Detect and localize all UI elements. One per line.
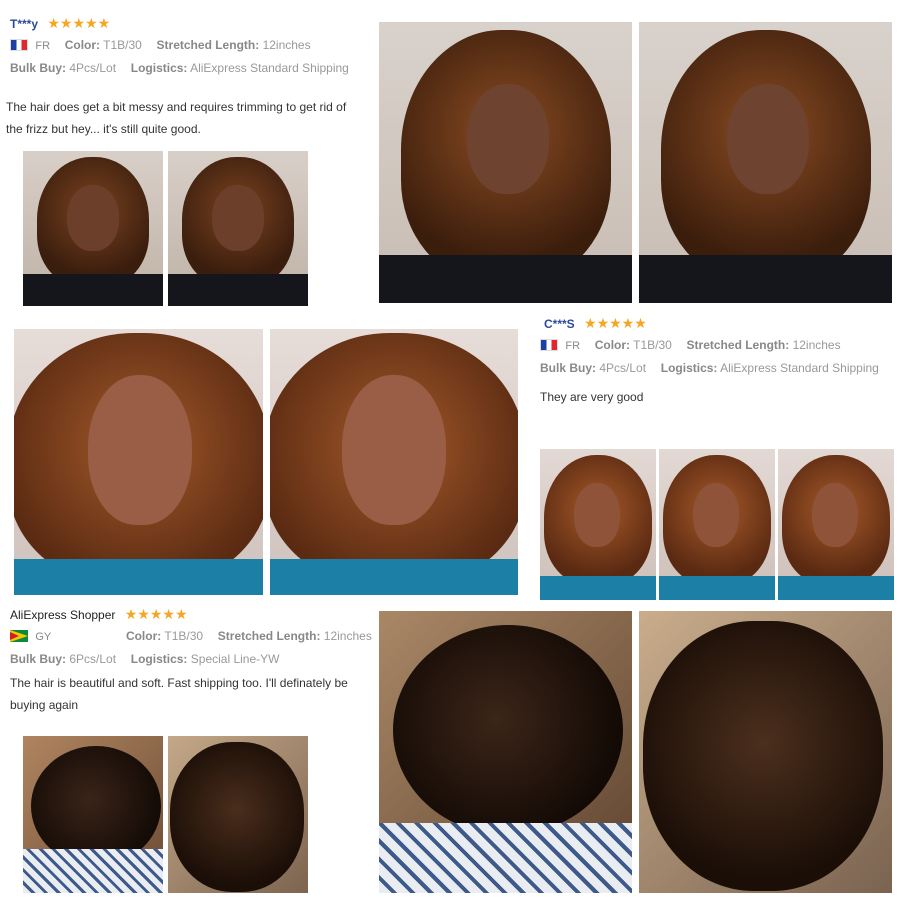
review-photo-thumbnail[interactable] [168,736,308,893]
comment-line: The hair is beautiful and soft. Fast shi… [10,676,348,690]
bulk-buy-label: Bulk Buy: [540,361,597,375]
color-label: Color: [594,338,631,352]
logistics-value: AliExpress Standard Shipping [190,61,349,75]
review-comment: The hair does get a bit messy and requir… [6,96,376,140]
review-header-1: T***y ★★★★★ FR Color: T1B/30 Stretched L… [10,12,349,77]
bulk-buy-value: 4Pcs/Lot [69,61,117,75]
france-flag-icon [540,339,558,351]
review-photo-large[interactable] [14,329,263,595]
review-photo-large[interactable] [639,22,892,303]
country-code: FR [35,40,51,52]
review-photo-large[interactable] [379,611,632,893]
france-flag-icon [10,39,28,51]
length-value: 12inches [262,38,311,52]
country-code: GY [35,631,52,643]
color-value: T1B/30 [633,338,672,352]
country-code: FR [565,340,581,352]
review-header-3: AliExpress Shopper ★★★★★ GY Color: T1B/3… [10,603,378,668]
review-photo-thumbnail[interactable] [23,736,163,893]
color-value: T1B/30 [164,629,204,643]
review-comment: The hair is beautiful and soft. Fast shi… [10,672,375,716]
logistics-value: Special Line-YW [190,652,280,666]
review-comment: They are very good [540,386,880,408]
review-photo-large[interactable] [270,329,518,595]
bulk-buy-label: Bulk Buy: [10,652,67,666]
review-header-2: C***S ★★★★★ FR Color: T1B/30 Stretched L… [540,312,879,377]
length-label: Stretched Length: [217,629,321,643]
star-rating: ★★★★★ [584,315,647,331]
review-photo-large[interactable] [639,611,892,893]
reviewer-name[interactable]: T***y [10,17,38,31]
review-photo-thumbnail[interactable] [168,151,308,306]
star-rating: ★★★★★ [47,15,111,31]
color-value: T1B/30 [103,38,142,52]
review-photo-thumbnail[interactable] [23,151,163,306]
bulk-buy-value: 4Pcs/Lot [599,361,647,375]
logistics-label: Logistics: [130,652,188,666]
comment-line: They are very good [540,390,644,404]
reviewer-name: AliExpress Shopper [10,608,116,622]
comment-line: the frizz but hey... it's still quite go… [6,122,201,136]
review-photo-thumbnail[interactable] [540,449,656,600]
length-value: 12inches [792,338,841,352]
comment-line: The hair does get a bit messy and requir… [6,100,347,114]
star-rating: ★★★★★ [124,606,188,622]
bulk-buy-value: 6Pcs/Lot [69,652,117,666]
length-value: 12inches [323,629,372,643]
guyana-flag-icon [10,630,28,642]
logistics-label: Logistics: [660,361,718,375]
review-photo-large[interactable] [379,22,632,303]
logistics-label: Logistics: [130,61,188,75]
length-label: Stretched Length: [156,38,260,52]
review-photo-thumbnail[interactable] [659,449,775,600]
color-label: Color: [64,38,101,52]
length-label: Stretched Length: [686,338,790,352]
color-label: Color: [125,629,162,643]
comment-line: buying again [10,698,79,712]
logistics-value: AliExpress Standard Shipping [720,361,879,375]
bulk-buy-label: Bulk Buy: [10,61,67,75]
reviewer-name[interactable]: C***S [544,317,575,331]
review-photo-thumbnail[interactable] [778,449,894,600]
